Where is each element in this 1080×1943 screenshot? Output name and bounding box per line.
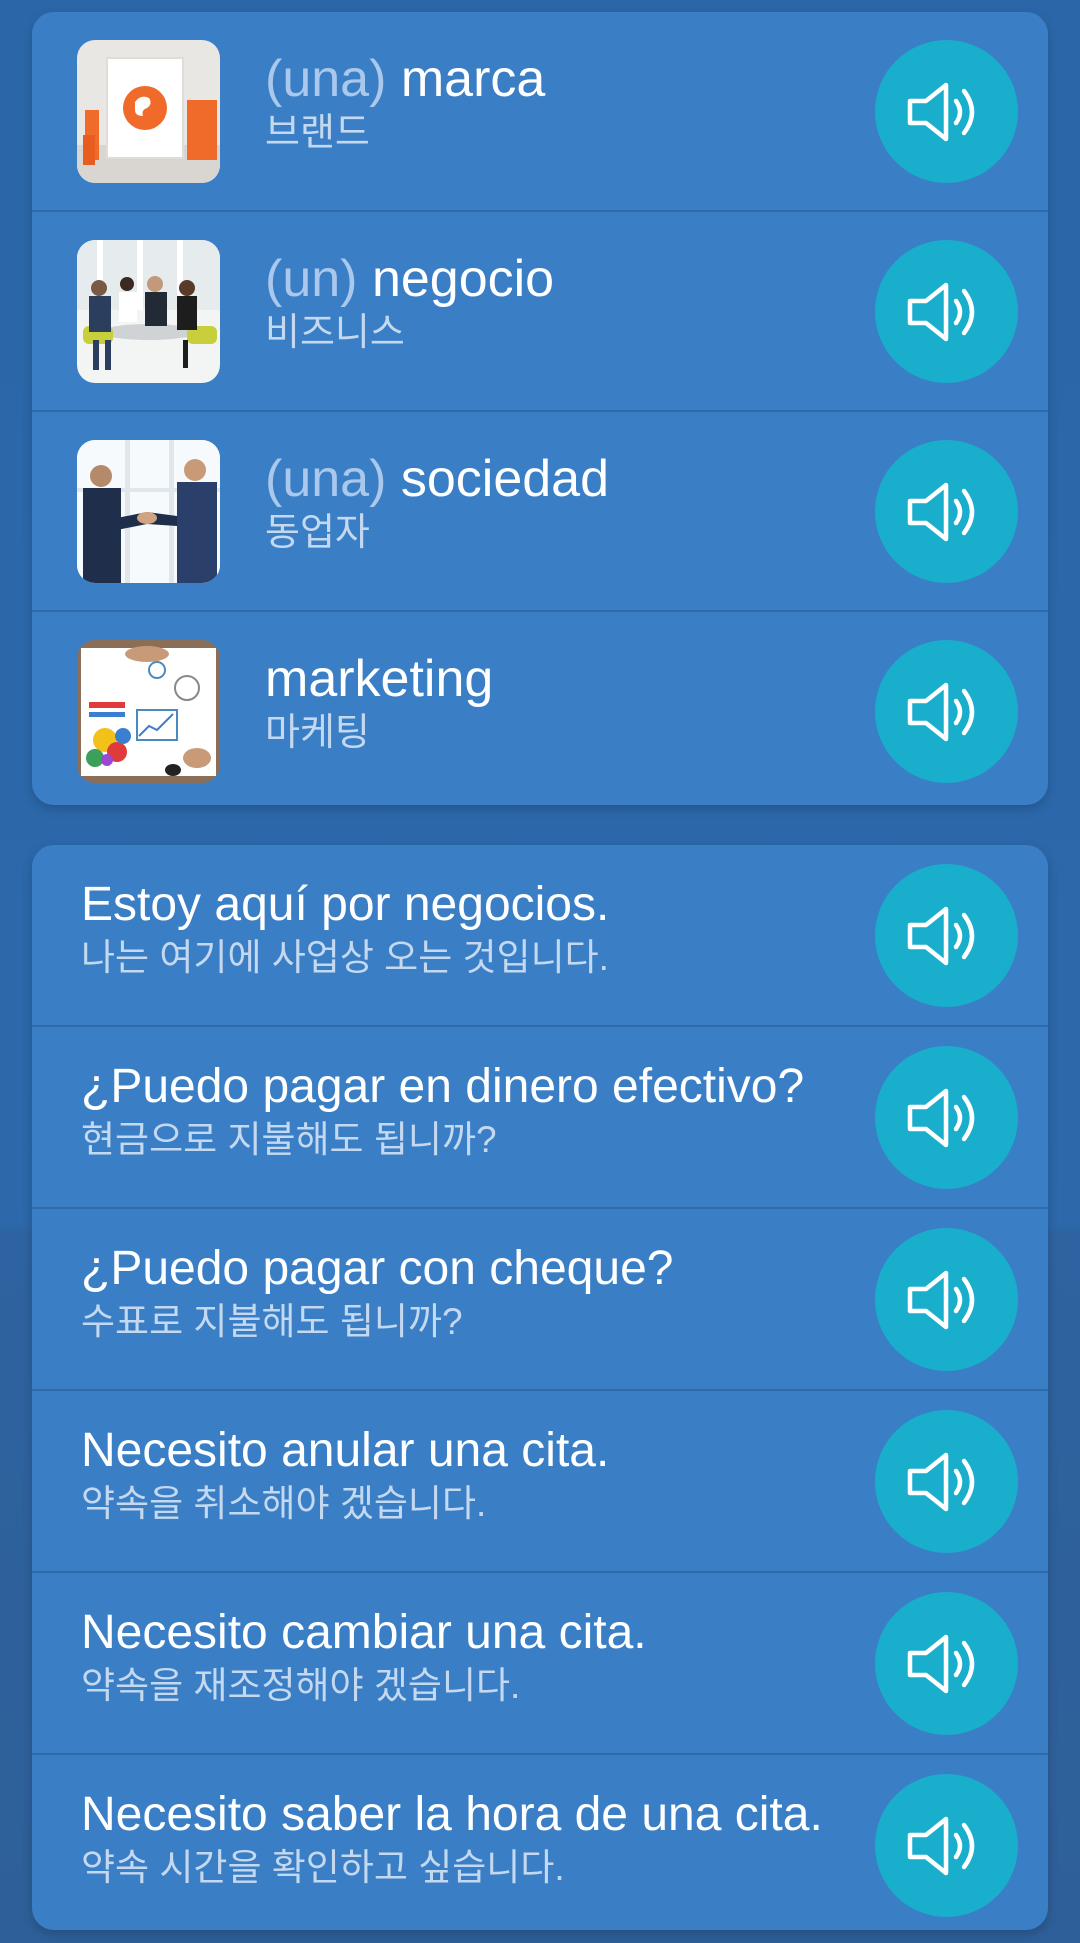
- vocabulary-word: (una) marca: [265, 48, 818, 110]
- speaker-icon: [907, 682, 974, 741]
- vocabulary-word: (un) negocio: [265, 248, 818, 310]
- phrase-row[interactable]: Necesito anular una cita. 약속을 취소해야 겠습니다.: [32, 1391, 1048, 1573]
- vocabulary-article: (una): [265, 450, 387, 508]
- phrase-translation: 약속을 재조정해야 겠습니다.: [81, 1665, 521, 1706]
- vocabulary-word: marketing: [265, 648, 818, 710]
- vocabulary-card: (una) marca 브랜드 (un) negocio 비즈니스 (una) …: [32, 12, 1048, 805]
- vocabulary-word: (una) sociedad: [265, 448, 818, 510]
- marketing-image: [77, 640, 220, 783]
- play-audio-button[interactable]: [875, 1774, 1018, 1917]
- phrase-row[interactable]: ¿Puedo pagar en dinero efectivo? 현금으로 지불…: [32, 1027, 1048, 1209]
- phrase-text: Necesito anular una cita.: [81, 1424, 610, 1477]
- brand-image: [77, 40, 220, 183]
- phrase-text: Necesito saber la hora de una cita.: [81, 1788, 823, 1841]
- speaker-icon: [907, 1816, 974, 1875]
- play-audio-button[interactable]: [875, 864, 1018, 1007]
- play-audio-button[interactable]: [875, 1410, 1018, 1553]
- phrase-row[interactable]: Necesito saber la hora de una cita. 약속 시…: [32, 1755, 1048, 1930]
- phrase-translation: 약속 시간을 확인하고 싶습니다.: [81, 1847, 565, 1888]
- play-audio-button[interactable]: [875, 240, 1018, 383]
- speaker-icon: [907, 1634, 974, 1693]
- vocabulary-term: sociedad: [400, 450, 610, 508]
- phrase-text: Necesito cambiar una cita.: [81, 1606, 647, 1659]
- play-audio-button[interactable]: [875, 1592, 1018, 1735]
- phrase-translation: 나는 여기에 사업상 오는 것입니다.: [81, 937, 609, 978]
- phrase-row[interactable]: ¿Puedo pagar con cheque? 수표로 지불해도 됩니까?: [32, 1209, 1048, 1391]
- vocabulary-row[interactable]: (una) sociedad 동업자: [32, 412, 1048, 612]
- speaker-icon: [907, 1270, 974, 1329]
- vocabulary-article: (una): [265, 50, 387, 108]
- vocabulary-translation: 브랜드: [265, 112, 370, 154]
- phrase-text: ¿Puedo pagar en dinero efectivo?: [81, 1060, 805, 1113]
- vocabulary-row[interactable]: (un) negocio 비즈니스: [32, 212, 1048, 412]
- speaker-icon: [907, 82, 974, 141]
- phrase-translation: 약속을 취소해야 겠습니다.: [81, 1483, 487, 1524]
- vocabulary-row[interactable]: marketing 마케팅: [32, 612, 1048, 805]
- vocabulary-term: marca: [400, 50, 546, 108]
- phrase-row[interactable]: Necesito cambiar una cita. 약속을 재조정해야 겠습니…: [32, 1573, 1048, 1755]
- play-audio-button[interactable]: [875, 1228, 1018, 1371]
- speaker-icon: [907, 482, 974, 541]
- speaker-icon: [907, 906, 974, 965]
- vocabulary-article: (un): [265, 250, 358, 308]
- phrase-row[interactable]: Estoy aquí por negocios. 나는 여기에 사업상 오는 것…: [32, 845, 1048, 1027]
- play-audio-button[interactable]: [875, 440, 1018, 583]
- speaker-icon: [907, 1088, 974, 1147]
- phrase-text: Estoy aquí por negocios.: [81, 878, 610, 931]
- speaker-icon: [907, 282, 974, 341]
- business-meeting-image: [77, 240, 220, 383]
- vocabulary-term: negocio: [371, 250, 555, 308]
- play-audio-button[interactable]: [875, 1046, 1018, 1189]
- handshake-image: [77, 440, 220, 583]
- vocabulary-translation: 동업자: [265, 512, 370, 554]
- vocabulary-translation: 비즈니스: [265, 312, 405, 354]
- phrase-translation: 현금으로 지불해도 됩니까?: [81, 1119, 497, 1160]
- play-audio-button[interactable]: [875, 640, 1018, 783]
- phrase-translation: 수표로 지불해도 됩니까?: [81, 1301, 463, 1342]
- vocabulary-translation: 마케팅: [265, 712, 370, 754]
- play-audio-button[interactable]: [875, 40, 1018, 183]
- phrases-card: Estoy aquí por negocios. 나는 여기에 사업상 오는 것…: [32, 845, 1048, 1930]
- phrase-text: ¿Puedo pagar con cheque?: [81, 1242, 674, 1295]
- vocabulary-term: marketing: [265, 650, 494, 708]
- speaker-icon: [907, 1452, 974, 1511]
- vocabulary-row[interactable]: (una) marca 브랜드: [32, 12, 1048, 212]
